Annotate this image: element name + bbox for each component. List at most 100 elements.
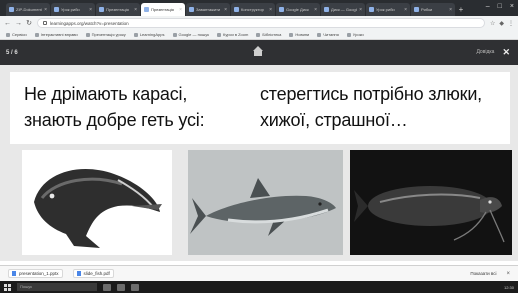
tab-close-icon[interactable]: × — [179, 7, 182, 13]
browser-tab[interactable]: Рибки × — [411, 3, 455, 16]
bookmark-label: Новини — [295, 32, 310, 37]
bookmark-item[interactable]: Бібліотека — [256, 32, 281, 37]
bookmark-label: Уроки — [352, 32, 364, 37]
bookmark-item[interactable]: Курси в Zoom — [216, 32, 248, 37]
browser-tab-active[interactable]: Презентація × — [141, 3, 185, 16]
browser-tab[interactable]: Урок риби × — [51, 3, 95, 16]
browser-tab[interactable]: Презентація × — [96, 3, 140, 16]
home-icon[interactable] — [252, 46, 264, 58]
window-close-icon[interactable]: × — [510, 3, 514, 10]
tab-close-icon[interactable]: × — [359, 7, 362, 13]
browser-tab[interactable]: Google Диск × — [276, 3, 320, 16]
taskbar-search[interactable]: Пошук — [17, 283, 97, 291]
system-clock: 12:30 — [503, 284, 514, 290]
bookmark-icon — [85, 32, 90, 37]
answer-image-shark[interactable] — [188, 150, 343, 255]
tab-favicon — [234, 7, 239, 12]
bookmark-item[interactable]: Читання — [317, 32, 339, 37]
tab-label: ZIP-Dokument — [16, 7, 42, 12]
download-filename: presentation_1.pptx — [19, 271, 59, 276]
pike-image — [34, 169, 162, 248]
download-item[interactable]: presentation_1.pptx — [8, 269, 63, 278]
bookmark-item[interactable]: Google — пошук — [172, 32, 209, 37]
bookmark-label: Читання — [323, 32, 339, 37]
menu-icon[interactable]: ⋮ — [508, 20, 514, 27]
browser-tab[interactable]: ZIP-Dokument × — [6, 3, 50, 16]
bookmark-icon — [317, 32, 322, 37]
shark-image — [190, 178, 336, 236]
show-all-downloads-button[interactable]: Показати всі — [470, 271, 496, 276]
file-icon — [12, 271, 16, 276]
lock-icon — [43, 21, 47, 25]
bookmark-icon — [289, 32, 294, 37]
bookmark-icon — [6, 32, 10, 37]
bookmark-label: Бібліотека — [262, 32, 282, 37]
tab-favicon — [369, 7, 374, 12]
header-actions: Довідка ✕ — [476, 48, 510, 57]
bookmark-label: LearningApps — [139, 32, 165, 37]
bookmark-item[interactable]: LearningApps — [133, 32, 165, 37]
tab-close-icon[interactable]: × — [89, 7, 92, 13]
tab-close-icon[interactable]: × — [404, 7, 407, 13]
tab-close-icon[interactable]: × — [44, 7, 47, 13]
help-link[interactable]: Довідка — [476, 49, 494, 55]
close-icon[interactable]: ✕ — [502, 48, 510, 57]
toolbar-actions: ☆ ◆ ⋮ — [490, 20, 514, 27]
tab-favicon — [279, 7, 284, 12]
tab-close-icon[interactable]: × — [224, 7, 227, 13]
minimize-icon[interactable]: – — [486, 3, 490, 10]
bookmark-label: Google — пошук — [178, 32, 209, 37]
slide-counter: 5 / 6 — [6, 49, 18, 56]
tab-favicon — [54, 7, 59, 12]
download-filename: slide_fish.pdf — [83, 271, 110, 276]
answer-image-catfish[interactable] — [350, 150, 512, 255]
tab-label: Рибки — [421, 7, 433, 12]
verse-line: хижої, страшної… — [260, 110, 408, 130]
download-item[interactable]: slide_fish.pdf — [72, 269, 114, 278]
bookmark-item[interactable]: Новини — [289, 32, 309, 37]
bookmark-icon — [256, 32, 261, 37]
file-icon — [76, 271, 81, 276]
bookmark-label: Презентація уроку — [91, 32, 126, 37]
tab-close-icon[interactable]: × — [134, 7, 137, 13]
maximize-icon[interactable]: □ — [498, 3, 502, 10]
tab-close-icon[interactable]: × — [449, 7, 452, 13]
browser-tab[interactable]: Диск — Google × — [321, 3, 365, 16]
answer-image-pike[interactable] — [22, 150, 172, 255]
windows-start-icon[interactable] — [4, 283, 11, 291]
taskbar-app-icon[interactable] — [117, 283, 125, 291]
reload-icon[interactable]: ↻ — [26, 19, 32, 27]
bookmark-item[interactable]: Сервіси — [6, 32, 27, 37]
address-bar[interactable]: learningapps.org/watch?v=presentation — [37, 18, 485, 28]
window-controls: – □ × — [486, 3, 514, 10]
new-tab-button[interactable]: + — [456, 3, 466, 16]
bookmark-icon — [133, 32, 138, 37]
catfish-image — [354, 186, 505, 243]
bookmark-label: Сервіси — [12, 32, 27, 37]
bookmarks-bar: Сервіси Інтерактивні вправи Презентація … — [0, 30, 518, 40]
tab-label: Google Диск — [286, 7, 309, 12]
close-icon[interactable]: × — [506, 271, 510, 277]
star-icon[interactable]: ☆ — [490, 20, 495, 27]
bookmark-item[interactable]: Інтерактивні вправи — [34, 32, 78, 37]
bookmark-icon — [216, 32, 221, 37]
bookmark-label: Інтерактивні вправи — [40, 32, 78, 37]
bookmark-item[interactable]: Уроки — [346, 32, 364, 37]
downloads-bar: presentation_1.pptx slide_fish.pdf Показ… — [0, 265, 518, 281]
bookmark-icon — [34, 32, 39, 37]
browser-tab[interactable]: Конструктор × — [231, 3, 275, 16]
back-icon[interactable]: ← — [4, 20, 11, 27]
tab-favicon — [99, 7, 104, 12]
taskbar-app-icon[interactable] — [103, 283, 111, 291]
tab-label: Диск — Google — [331, 7, 358, 12]
tab-close-icon[interactable]: × — [269, 7, 272, 13]
taskbar-app-icon[interactable] — [131, 283, 139, 291]
browser-tab[interactable]: Урок риби × — [366, 3, 410, 16]
bookmark-item[interactable]: Презентація уроку — [85, 32, 126, 37]
tab-label: Урок риби — [61, 7, 80, 12]
extensions-icon[interactable]: ◆ — [499, 20, 504, 27]
bookmark-icon — [346, 32, 351, 37]
forward-icon[interactable]: → — [15, 20, 22, 27]
browser-tab[interactable]: Завантажити × — [186, 3, 230, 16]
tab-close-icon[interactable]: × — [314, 7, 317, 13]
